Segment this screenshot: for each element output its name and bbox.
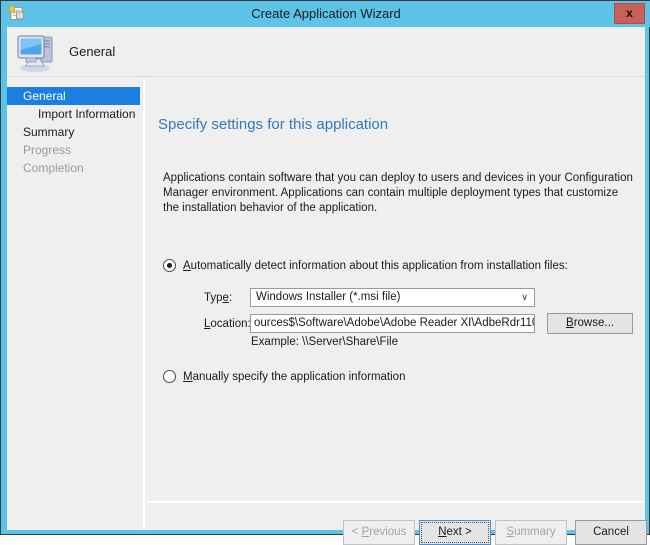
accelerator-letter: B	[566, 317, 574, 329]
sidebar-item-progress: Progress	[7, 141, 143, 159]
window-title: Create Application Wizard	[251, 6, 401, 21]
sidebar-item-completion: Completion	[7, 159, 143, 177]
location-label-rest: ocation:	[210, 318, 251, 330]
client-area: General General Import Information Summa…	[7, 27, 647, 545]
title-bar: Create Application Wizard x	[1, 1, 650, 27]
sidebar-item-general[interactable]: General	[7, 87, 140, 105]
location-label: Location:	[204, 318, 251, 330]
computer-monitor-icon	[15, 31, 59, 73]
summary-rest: ummary	[514, 526, 556, 538]
radio-manual-specify-label: Manually specify the application informa…	[183, 371, 405, 383]
next-button-label: Next >	[438, 526, 472, 538]
accelerator-letter: N	[438, 526, 447, 538]
radio-label-rest: utomatically detect information about th…	[190, 259, 568, 272]
type-label: Type:	[204, 292, 232, 304]
sidebar-item-label: General	[23, 89, 66, 103]
sidebar-item-label: Summary	[23, 125, 75, 139]
cancel-button-label: Cancel	[593, 526, 629, 538]
sidebar-item-label: Progress	[23, 143, 72, 157]
next-rest: ext >	[446, 526, 472, 538]
wizard-banner: General	[7, 27, 645, 77]
close-button[interactable]: x	[614, 3, 645, 24]
location-example-hint: Example: \\Server\Share\File	[251, 336, 399, 348]
chevron-down-icon: ∨	[521, 292, 528, 302]
summary-button-label: Summary	[506, 526, 555, 538]
page-description: Applications contain software that you c…	[163, 172, 633, 214]
type-label-head: Typ	[204, 292, 223, 304]
browse-button-rest: rowse...	[573, 317, 614, 329]
type-dropdown-value: Windows Installer (*.msi file)	[256, 291, 401, 303]
previous-button-label: < Previous	[352, 526, 407, 538]
location-input[interactable]: ources$\Software\Adobe\Adobe Reader XI\A…	[250, 314, 535, 333]
sidebar-item-summary[interactable]: Summary	[7, 123, 143, 141]
sidebar-item-label: Completion	[23, 161, 84, 175]
banner-title: General	[69, 44, 116, 59]
radio-automatic-detect[interactable]: Automatically detect information about t…	[163, 259, 568, 272]
summary-button: Summary	[495, 520, 567, 545]
content-pane: Specify settings for this application Ap…	[147, 78, 645, 500]
accelerator-letter: M	[183, 370, 193, 383]
wizard-sidebar: General Import Information Summary Progr…	[7, 78, 145, 530]
radio-label-rest: anually specify the application informat…	[192, 370, 406, 383]
previous-prefix: <	[351, 526, 362, 538]
radio-selected-icon[interactable]	[163, 259, 176, 272]
sidebar-item-import-information[interactable]: Import Information	[7, 105, 143, 123]
dialog-button-bar: < Previous Next > Summary Cancel	[147, 501, 647, 545]
page-title: Specify settings for this application	[158, 116, 389, 133]
radio-manual-specify[interactable]: Manually specify the application informa…	[163, 370, 405, 383]
previous-rest: revious	[369, 526, 407, 538]
radio-unselected-icon[interactable]	[163, 370, 176, 383]
radio-automatic-detect-label: Automatically detect information about t…	[183, 260, 568, 272]
type-dropdown[interactable]: Windows Installer (*.msi file) ∨	[250, 288, 535, 307]
wizard-window: Create Application Wizard x General Gene…	[0, 0, 650, 545]
accelerator-letter: S	[506, 526, 515, 538]
close-icon: x	[626, 6, 633, 20]
browse-button[interactable]: Browse...	[547, 313, 633, 334]
previous-button: < Previous	[343, 520, 415, 545]
cancel-button[interactable]: Cancel	[575, 520, 647, 545]
type-label-tail: :	[228, 292, 233, 304]
accelerator-letter: A	[183, 259, 191, 272]
next-button[interactable]: Next >	[419, 520, 491, 545]
sidebar-item-label: Import Information	[38, 107, 136, 121]
